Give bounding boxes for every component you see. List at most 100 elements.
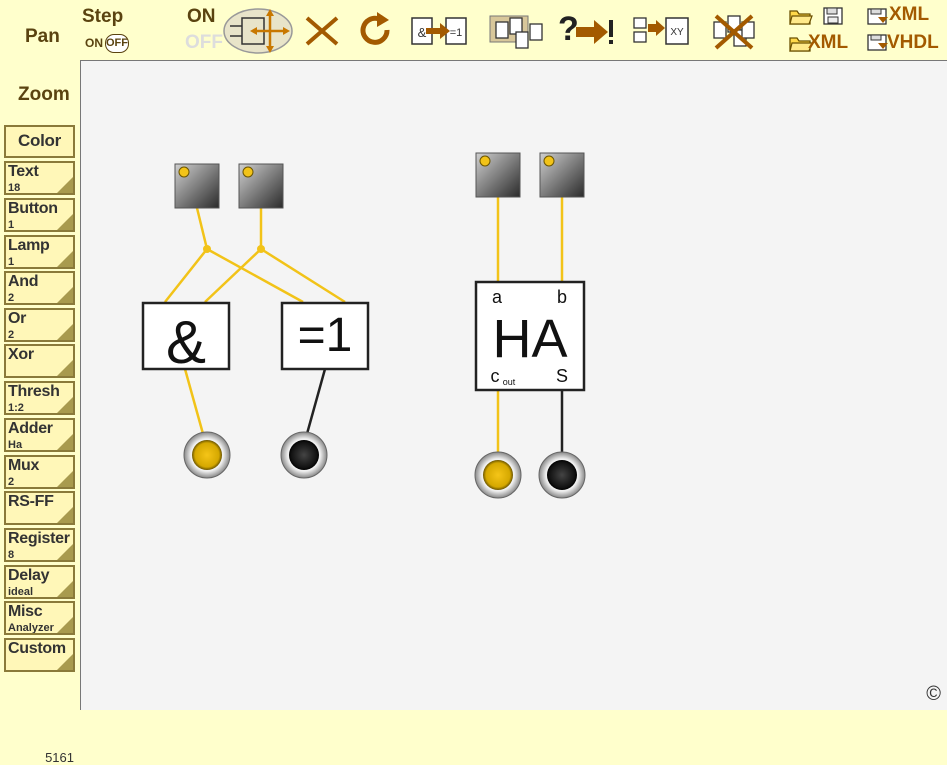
open-folder-icon[interactable] xyxy=(788,6,814,26)
xy-label: XY xyxy=(670,27,684,38)
sidebar-item-label: Button xyxy=(8,200,58,217)
power-on-label: ON xyxy=(187,6,216,27)
sidebar-item-sub: 18 xyxy=(8,182,21,194)
sidebar-item-adder[interactable]: Adder Ha xyxy=(4,418,75,452)
output-lamp[interactable] xyxy=(183,431,231,479)
sidebar-item-label: Text xyxy=(8,163,39,180)
ungroup-icon[interactable] xyxy=(710,12,758,52)
help-button[interactable]: ? xyxy=(558,10,614,50)
xor-gate-label: =1 xyxy=(298,309,353,362)
output-lamp[interactable] xyxy=(280,431,328,479)
output-lamp[interactable] xyxy=(538,451,586,499)
corner-marker-icon xyxy=(57,251,73,267)
load-xml-label: XML xyxy=(808,32,849,53)
sidebar-item-sub: Analyzer xyxy=(8,622,54,634)
half-adder[interactable]: a b HA c out S xyxy=(474,280,586,392)
sidebar-item-sub: 8 xyxy=(8,549,15,561)
zoom-button[interactable]: Zoom xyxy=(18,84,70,106)
load-xml-button[interactable]: XML xyxy=(788,30,858,56)
output-lamp[interactable] xyxy=(474,451,522,499)
sidebar-item-label: Misc xyxy=(8,603,43,620)
sidebar-item-sub: Ha xyxy=(8,439,23,451)
move-tool-icon[interactable] xyxy=(222,6,294,56)
sidebar-item-label: Or xyxy=(8,310,27,327)
half-adder-title: HA xyxy=(492,309,567,369)
half-adder-sum-out: S xyxy=(556,366,568,386)
svg-text:&: & xyxy=(418,25,427,40)
xor-gate[interactable]: =1 xyxy=(280,301,370,371)
save-vhdl-disk-icon xyxy=(867,34,888,51)
and-gate[interactable]: & xyxy=(141,301,231,376)
save-vhdl-button[interactable]: VHDL xyxy=(866,30,944,56)
rotate-icon[interactable] xyxy=(357,12,395,48)
sidebar-item-sub: 1 xyxy=(8,219,15,231)
xy-plot-icon[interactable]: XY xyxy=(632,14,690,48)
component-sidebar: Zoom Color Text 18 Button 1 Lamp 1 And 2 Or 2 Xor T… xyxy=(0,60,80,765)
step-on-label[interactable]: ON xyxy=(85,36,103,50)
sidebar-item-mux[interactable]: Mux 2 xyxy=(4,455,75,489)
sidebar-item-button[interactable]: Button 1 xyxy=(4,198,75,232)
sidebar-item-sub: 2 xyxy=(8,476,15,488)
input-button[interactable] xyxy=(475,152,521,198)
sidebar-item-misc[interactable]: Misc Analyzer xyxy=(4,601,75,635)
color-button[interactable]: Color xyxy=(4,125,75,158)
sidebar-item-text[interactable]: Text 18 xyxy=(4,161,75,195)
sidebar-item-label: Delay xyxy=(8,567,50,584)
corner-marker-icon xyxy=(57,324,73,340)
sidebar-item-sub: ideal xyxy=(8,586,34,598)
input-button[interactable] xyxy=(174,163,220,209)
group-icon[interactable] xyxy=(488,12,544,52)
step-off-label[interactable]: OFF xyxy=(105,34,129,53)
corner-marker-icon xyxy=(57,214,73,230)
arrow-right-icon xyxy=(576,20,613,44)
power-toggle[interactable]: ON OFF xyxy=(184,4,223,56)
and-gate-label: & xyxy=(166,309,206,376)
corner-marker-icon xyxy=(57,434,73,450)
half-adder-carry-sub: out xyxy=(503,377,516,387)
toolbar: Pan Step ON OFF ON OFF & =1 ? XY XML XML… xyxy=(0,0,947,60)
sidebar-item-and[interactable]: And 2 xyxy=(4,271,75,305)
input-button[interactable] xyxy=(238,163,284,209)
swap-gate-icon[interactable]: & =1 xyxy=(410,14,468,48)
corner-marker-icon xyxy=(57,177,73,193)
sidebar-item-label: Adder xyxy=(8,420,53,437)
color-label: Color xyxy=(18,131,61,150)
corner-marker-icon xyxy=(57,654,73,670)
copyright-icon[interactable]: © xyxy=(926,683,941,706)
sidebar-item-custom[interactable]: Custom xyxy=(4,638,75,672)
sidebar-item-lamp[interactable]: Lamp 1 xyxy=(4,235,75,269)
corner-marker-icon xyxy=(57,507,73,523)
step-toggle[interactable]: Step ON OFF xyxy=(82,6,130,54)
sidebar-item-label: Thresh xyxy=(8,383,60,400)
save-xml-button[interactable]: XML xyxy=(866,4,936,28)
input-button[interactable] xyxy=(539,152,585,198)
sidebar-item-delay[interactable]: Delay ideal xyxy=(4,565,75,599)
sidebar-item-sub: 2 xyxy=(8,292,15,304)
component-counter: 5161 xyxy=(45,750,74,765)
corner-marker-icon xyxy=(57,287,73,303)
sidebar-item-thresh[interactable]: Thresh 1:2 xyxy=(4,381,75,415)
step-label: Step xyxy=(82,6,124,27)
sidebar-item-register[interactable]: Register 8 xyxy=(4,528,75,562)
sidebar-item-label: Mux xyxy=(8,457,40,474)
save-vhdl-label: VHDL xyxy=(887,32,939,53)
corner-marker-icon xyxy=(57,471,73,487)
corner-marker-icon xyxy=(57,581,73,597)
sidebar-item-label: And xyxy=(8,273,39,290)
sidebar-item-xor[interactable]: Xor xyxy=(4,344,75,378)
sidebar-item-label: Lamp xyxy=(8,237,50,254)
corner-marker-icon xyxy=(57,617,73,633)
sidebar-item-sub: 1:2 xyxy=(8,402,24,414)
save-disk-icon[interactable] xyxy=(822,6,844,26)
half-adder-input-a: a xyxy=(492,287,503,307)
half-adder-carry-out: c xyxy=(491,366,500,386)
pan-button[interactable]: Pan xyxy=(25,26,60,48)
corner-marker-icon xyxy=(57,360,73,376)
sidebar-item-sub: 1 xyxy=(8,256,15,268)
save-xml-disk-icon xyxy=(867,8,888,25)
sidebar-item-or[interactable]: Or 2 xyxy=(4,308,75,342)
delete-icon[interactable] xyxy=(303,14,341,48)
sidebar-item-label: RS-FF xyxy=(8,493,54,510)
sidebar-item-rs-ff[interactable]: RS-FF xyxy=(4,491,75,525)
circuit-canvas[interactable]: & =1 a b HA c out S © xyxy=(80,60,947,710)
